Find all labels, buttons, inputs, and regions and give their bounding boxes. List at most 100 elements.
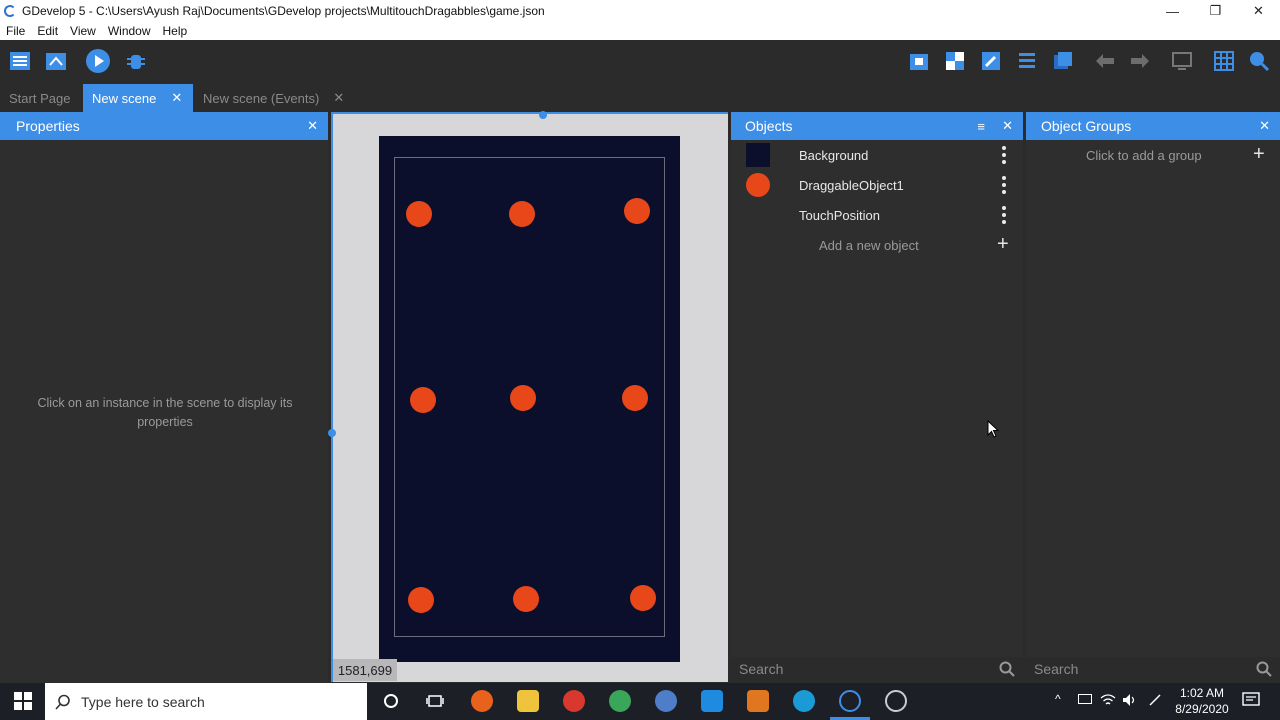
chevron-up-icon[interactable]: ^	[1055, 692, 1061, 706]
close-properties-icon[interactable]: ✕	[307, 118, 318, 134]
obs-icon[interactable]	[885, 690, 907, 712]
add-group-label: Click to add a group	[1086, 147, 1202, 163]
layers-button[interactable]	[1050, 48, 1076, 74]
object-item-touchposition[interactable]: TouchPosition	[736, 200, 1022, 230]
task-view-icon[interactable]	[424, 690, 446, 712]
groups-icon	[946, 52, 964, 70]
menu-edit[interactable]: Edit	[31, 24, 64, 38]
preview-button[interactable]	[85, 48, 111, 74]
properties-panel-header: Properties ✕	[0, 112, 328, 140]
zoom-fit-button[interactable]	[1169, 48, 1195, 74]
mouse-cursor-icon	[987, 420, 999, 438]
undo-icon	[1096, 54, 1114, 68]
objects-title: Objects	[745, 118, 793, 134]
edge-icon[interactable]	[793, 690, 815, 712]
tab-start-page[interactable]: Start Page	[0, 84, 82, 112]
instances-list-button[interactable]	[1014, 48, 1040, 74]
draggable-object-instance[interactable]	[408, 587, 434, 613]
redo-button[interactable]	[1127, 48, 1153, 74]
more-options-icon[interactable]	[999, 176, 1009, 194]
layers-icon	[1054, 52, 1072, 69]
title-bar: GDevelop 5 - C:\Users\Ayush Raj\Document…	[0, 0, 1280, 22]
more-options-icon[interactable]	[999, 206, 1009, 224]
zoom-reset-button[interactable]	[1246, 48, 1272, 74]
scene-border	[331, 112, 728, 114]
close-groups-icon[interactable]: ✕	[1259, 118, 1270, 134]
close-objects-icon[interactable]: ✕	[1002, 118, 1013, 134]
add-object-label: Add a new object	[819, 237, 919, 253]
draggable-object-instance[interactable]	[622, 385, 648, 411]
restore-button[interactable]: ❐	[1194, 0, 1237, 22]
azure-icon[interactable]	[701, 690, 723, 712]
menu-file[interactable]: File	[0, 24, 31, 38]
objects-search-input[interactable]: Search	[739, 661, 783, 677]
project-manager-button[interactable]	[7, 48, 33, 74]
taskbar-clock[interactable]: 1:02 AM 8/29/2020	[1172, 685, 1232, 717]
draggable-object-instance[interactable]	[513, 586, 539, 612]
draggable-object-instance[interactable]	[509, 201, 535, 227]
objects-panel-header: Objects ≡ ✕	[731, 112, 1023, 140]
draggable-object-instance[interactable]	[410, 387, 436, 413]
app-icon[interactable]	[655, 690, 677, 712]
chrome-icon[interactable]	[563, 690, 585, 712]
debug-button[interactable]	[123, 48, 149, 74]
filter-icon[interactable]: ≡	[977, 119, 985, 134]
firefox-icon[interactable]	[471, 690, 493, 712]
open-project-button[interactable]	[43, 48, 69, 74]
resize-handle-left[interactable]	[328, 429, 336, 437]
windows-start-icon[interactable]	[12, 690, 34, 712]
notifications-icon[interactable]	[1242, 692, 1260, 708]
tab-label: Start Page	[9, 90, 71, 106]
tab-new-scene-events[interactable]: New scene (Events) ✕	[194, 84, 356, 112]
screen-icon	[1172, 52, 1192, 70]
groups-search-input[interactable]: Search	[1034, 661, 1078, 677]
cortana-icon[interactable]	[380, 690, 402, 712]
more-options-icon[interactable]	[999, 146, 1009, 164]
draggable-object-instance[interactable]	[624, 198, 650, 224]
taskbar-search[interactable]: Type here to search	[45, 683, 367, 720]
close-tab-icon[interactable]: ✕	[333, 90, 344, 106]
pen-icon[interactable]	[1148, 693, 1164, 707]
battery-icon[interactable]	[1078, 694, 1092, 704]
date: 8/29/2020	[1175, 702, 1229, 716]
grid-button[interactable]	[1211, 48, 1237, 74]
grid-icon	[1214, 51, 1234, 71]
resize-handle-top[interactable]	[539, 111, 547, 119]
objects-search[interactable]: Search	[731, 657, 1023, 681]
gdevelop-taskbar-icon[interactable]	[839, 690, 861, 712]
app-icon[interactable]	[747, 690, 769, 712]
object-item-draggableobject1[interactable]: DraggableObject1	[736, 170, 1022, 200]
add-group-icon[interactable]: +	[1253, 144, 1265, 164]
close-window-button[interactable]: ✕	[1237, 0, 1280, 22]
folder-icon	[46, 53, 66, 70]
add-new-object-button[interactable]: Add a new object	[736, 230, 1022, 260]
menu-help[interactable]: Help	[157, 24, 194, 38]
object-editor-button[interactable]	[906, 48, 932, 74]
file-explorer-icon[interactable]	[517, 690, 539, 712]
draggable-object-instance[interactable]	[406, 201, 432, 227]
object-groups-panel	[1026, 140, 1280, 657]
object-item-background[interactable]: Background	[736, 140, 1022, 170]
volume-icon[interactable]	[1122, 693, 1138, 707]
wifi-icon[interactable]	[1100, 693, 1116, 707]
draggable-object-instance[interactable]	[510, 385, 536, 411]
groups-search[interactable]: Search	[1026, 657, 1280, 681]
draggable-object-instance[interactable]	[630, 585, 656, 611]
add-object-icon[interactable]: +	[997, 234, 1009, 254]
properties-title: Properties	[16, 118, 80, 134]
menu-window[interactable]: Window	[102, 24, 157, 38]
bug-icon	[127, 55, 145, 69]
add-group-button[interactable]: Click to add a group	[1026, 140, 1280, 170]
close-tab-icon[interactable]: ✕	[171, 90, 182, 106]
undo-button[interactable]	[1092, 48, 1118, 74]
properties-button[interactable]	[978, 48, 1004, 74]
object-name: TouchPosition	[799, 207, 880, 223]
project-manager-icon	[10, 52, 30, 70]
object-name: DraggableObject1	[799, 177, 904, 193]
object-groups-button[interactable]	[942, 48, 968, 74]
tab-new-scene[interactable]: New scene ✕	[83, 84, 193, 112]
menu-view[interactable]: View	[64, 24, 102, 38]
time: 1:02 AM	[1179, 686, 1225, 700]
minimize-button[interactable]: —	[1151, 0, 1194, 22]
chrome-canary-icon[interactable]	[609, 690, 631, 712]
